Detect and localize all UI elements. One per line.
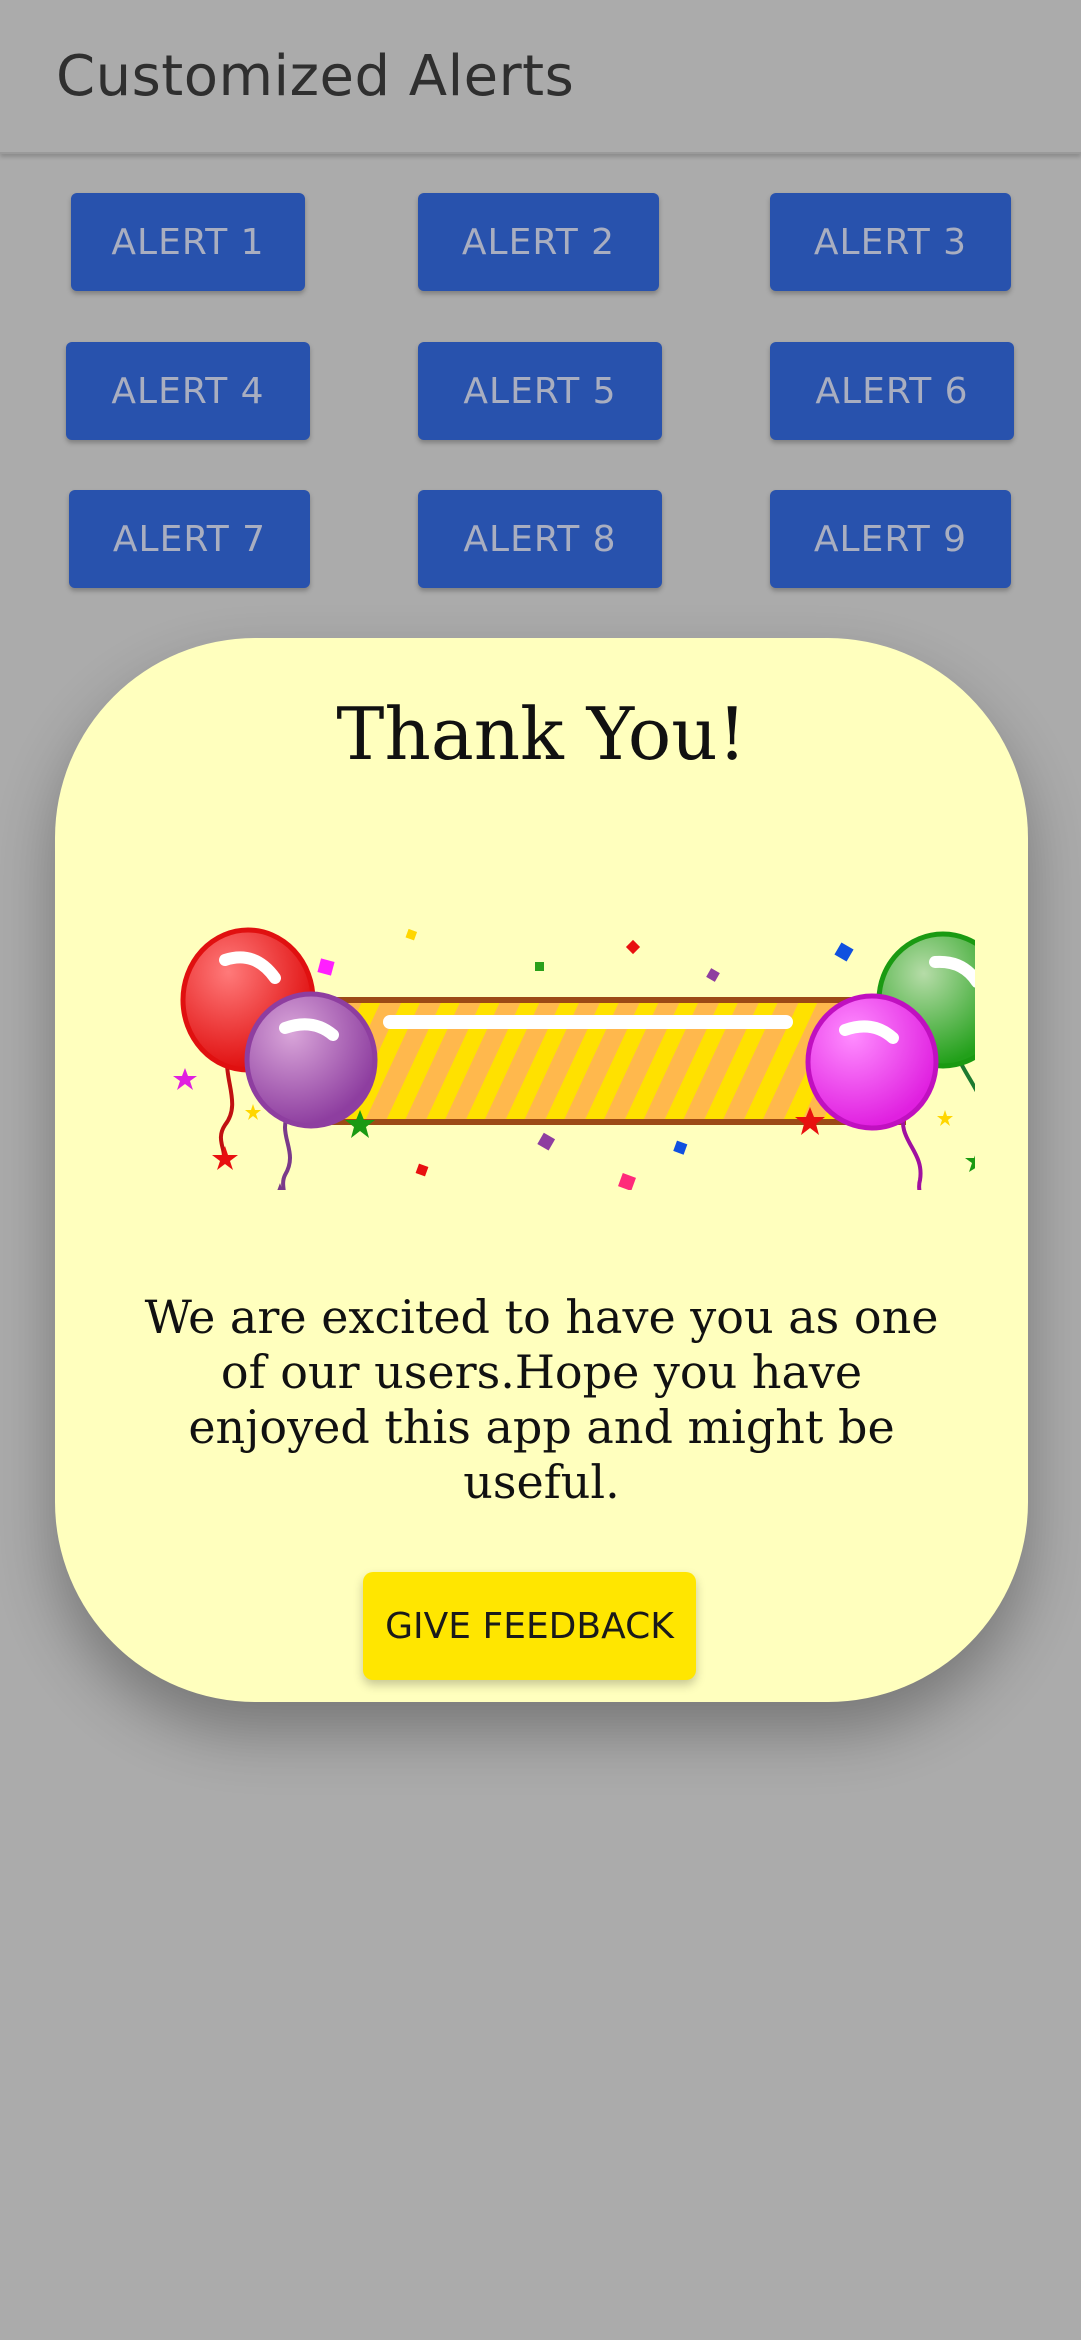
alert-8-button[interactable]: ALERT 8: [418, 490, 662, 588]
thank-you-dialog: Thank You! We are excited to have you as…: [55, 638, 1028, 1702]
dialog-message: We are excited to have you as one of our…: [144, 1290, 939, 1509]
give-feedback-button[interactable]: GIVE FEEDBACK: [363, 1572, 696, 1680]
alert-1-button[interactable]: ALERT 1: [71, 193, 305, 291]
alert-3-button[interactable]: ALERT 3: [770, 193, 1011, 291]
alert-9-button[interactable]: ALERT 9: [770, 490, 1011, 588]
alert-5-button[interactable]: ALERT 5: [418, 342, 662, 440]
app-bar: Customized Alerts: [0, 0, 1081, 154]
alert-4-button[interactable]: ALERT 4: [66, 342, 310, 440]
app-title: Customized Alerts: [56, 44, 575, 109]
balloons-celebration-icon: [173, 927, 975, 1190]
alert-7-button[interactable]: ALERT 7: [69, 490, 310, 588]
alert-6-button[interactable]: ALERT 6: [770, 342, 1014, 440]
alert-2-button[interactable]: ALERT 2: [418, 193, 659, 291]
dialog-title: Thank You!: [336, 692, 747, 776]
